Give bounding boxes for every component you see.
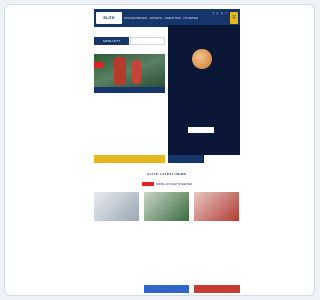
logo-text: ELITE [103,15,115,20]
video-caption[interactable] [188,127,214,133]
hero-image[interactable] [94,54,165,87]
news-card[interactable] [94,192,139,234]
menu-button[interactable]: ≡ [230,12,238,24]
video-tabs [168,155,240,163]
tab-secondary[interactable] [130,37,165,45]
moon-image [192,49,212,69]
site-logo[interactable]: ELITE [96,12,122,24]
card-image [144,192,189,222]
player-figure-2 [132,60,141,84]
card-image [94,192,139,222]
more-cards-strip [144,285,240,293]
tab-latest[interactable]: SISTE NYTT [94,37,129,45]
section-accent-bar [141,182,154,187]
section-heading: SISTE HOCKEYNYHETER [94,182,240,187]
video-panel[interactable] [168,25,240,163]
latest-section: ELITE LATEST NEWS [94,172,240,176]
news-cards [94,192,240,234]
news-panel: SISTE NYTT [94,37,165,163]
news-tabs: SISTE NYTT [94,37,165,45]
promo-card[interactable] [144,285,189,293]
news-card[interactable] [194,192,239,234]
live-badge [94,62,104,68]
more-news-button[interactable] [94,155,165,163]
hamburger-icon: ≡ [232,15,236,21]
news-card[interactable] [144,192,189,234]
section-label: SISTE HOCKEYNYHETER [155,182,193,186]
hero-caption-bar [94,87,165,93]
top-row: SISTE NYTT [94,25,240,163]
latest-heading: ELITE LATEST NEWS [147,172,187,176]
promo-card[interactable] [194,285,240,293]
player-figure [114,57,126,85]
video-tab-2[interactable] [204,155,240,163]
main-nav[interactable]: HOCKEYBANDS · SPORTS · OMFATTER · NYHETE… [124,16,198,20]
website: ELITE HOCKEYBANDS · SPORTS · OMFATTER · … [94,9,240,293]
social-icons[interactable]: f y o ⌕ [213,11,228,15]
card-image [194,192,239,222]
video-tab-1[interactable] [168,155,203,163]
